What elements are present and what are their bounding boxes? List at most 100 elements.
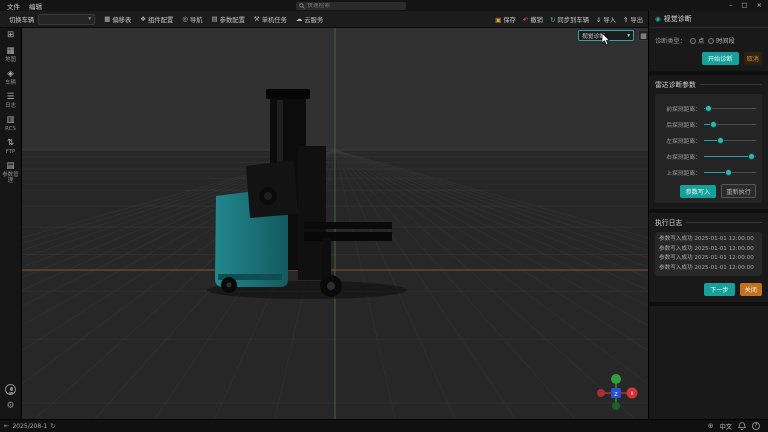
toolbar-modules: ▦偏移表 ❖组件配置 ◎导航 ▤参数配置 ⚒单机任务 ☁云服务 xyxy=(104,15,323,24)
visual-diagnosis-panel: ◉ 视觉诊断 诊断类型： 点 时间段 开始诊断 取消 雷达诊断参数 前探测距离： xyxy=(648,11,768,419)
viewport-3d[interactable]: X Z 视觉诊断 ▾ ▦ xyxy=(22,28,648,419)
gizmo-z-label: Z xyxy=(614,392,618,398)
window-controls: – □ × xyxy=(729,0,762,11)
sidebar-item-map[interactable]: ▦地图 xyxy=(0,47,22,63)
slider-handle[interactable] xyxy=(725,169,732,176)
slider-handle[interactable] xyxy=(710,121,717,128)
toolbar-item-component-config[interactable]: ❖组件配置 xyxy=(140,15,173,24)
navigation-icon: ◎ xyxy=(182,15,188,23)
toolbar-item-standalone-task[interactable]: ⚒单机任务 xyxy=(254,15,287,24)
menu-edit[interactable]: 编辑 xyxy=(29,1,42,11)
gizmo-y-positive[interactable] xyxy=(611,374,621,384)
cloud-icon: ☁ xyxy=(296,15,303,23)
slider-row-up: 上探测距离： xyxy=(661,164,756,180)
panel-empty-area xyxy=(649,306,768,419)
scene-canvas: X Z xyxy=(22,28,648,419)
statusbar-right: ⊕ 中文 ? xyxy=(708,422,760,431)
diagnosis-icon: ◉ xyxy=(655,15,661,23)
left-distance-slider[interactable] xyxy=(704,135,756,145)
help-icon[interactable]: ? xyxy=(752,422,760,430)
export-icon: ⇑ xyxy=(623,16,628,24)
search-input[interactable] xyxy=(307,3,397,9)
app-window: 文件 编辑 – □ × 切换车辆 ▾ ▦偏移表 ❖组件配置 ◎导航 ▤参数配置 … xyxy=(0,0,768,432)
next-step-button[interactable]: 下一步 xyxy=(704,283,735,296)
slider-row-front: 前探测距离： xyxy=(661,100,756,116)
right-distance-slider[interactable] xyxy=(704,151,756,161)
cancel-button[interactable]: 取消 xyxy=(744,52,762,65)
sync-to-vehicle-button[interactable]: ↻同步到车辆 xyxy=(550,15,589,24)
rerun-button[interactable]: 重新执行 xyxy=(721,184,756,198)
slider-handle[interactable] xyxy=(717,137,724,144)
radar-section-title: 雷达诊断参数 xyxy=(655,79,696,89)
global-search[interactable] xyxy=(296,2,406,11)
menubar: 文件 编辑 xyxy=(0,1,42,11)
sidebar-item-param-manage[interactable]: ▤参数管理 xyxy=(0,162,22,184)
import-icon: ⇓ xyxy=(596,16,601,24)
toolbar-item-navigation[interactable]: ◎导航 xyxy=(182,15,202,24)
slider-row-right: 右探测距离： xyxy=(661,148,756,164)
sidebar-item-ftp[interactable]: ⇅FTP xyxy=(0,139,22,155)
toolbar-item-cloud-service[interactable]: ☁云服务 xyxy=(296,15,323,24)
execution-log-section: 执行日志 参数写入成功 2025-01-01 12:00:00 参数写入成功 2… xyxy=(649,213,768,302)
param-manage-icon: ▤ xyxy=(6,162,14,171)
radio-time-range[interactable]: 时间段 xyxy=(708,36,735,45)
mouse-cursor xyxy=(602,33,611,46)
layout-grid-button[interactable]: ▦ xyxy=(638,30,648,41)
component-config-icon: ❖ xyxy=(140,15,146,23)
sidebar-bottom: ⚙ xyxy=(5,384,16,411)
toolbar-item-param-config[interactable]: ▤参数配置 xyxy=(212,15,245,24)
slider-row-rear: 后探测距离： xyxy=(661,116,756,132)
save-button[interactable]: ▣保存 xyxy=(495,15,516,24)
sidebar-item-overview[interactable]: ⊞ xyxy=(0,31,22,40)
toolbar-item-offset-table[interactable]: ▦偏移表 xyxy=(104,15,131,24)
close-log-button[interactable]: 关闭 xyxy=(740,283,762,296)
divider xyxy=(686,222,762,223)
log-entry: 参数写入成功 2025-01-01 12:00:00 xyxy=(659,235,758,245)
panel-header: ◉ 视觉诊断 xyxy=(649,11,768,28)
gizmo-x-label: X xyxy=(630,391,633,397)
gizmo-y-negative[interactable] xyxy=(612,402,620,410)
slider-handle[interactable] xyxy=(748,153,755,160)
front-distance-slider[interactable] xyxy=(704,103,756,113)
export-button[interactable]: ⇑导出 xyxy=(623,15,643,24)
switch-vehicle-label: 切换车辆 xyxy=(9,15,34,24)
undo-button[interactable]: ↶撤销 xyxy=(523,15,543,24)
statusbar: ⇤ 2025/208-1 ↻ ⊕ 中文 ? xyxy=(0,419,768,432)
settings-gear-icon[interactable]: ⚙ xyxy=(6,401,14,411)
diagnosis-type-section: 诊断类型： 点 时间段 开始诊断 取消 xyxy=(649,28,768,71)
refresh-icon[interactable]: ↻ xyxy=(50,422,55,430)
vehicle-select-dropdown[interactable]: ▾ xyxy=(38,14,95,25)
start-diagnosis-button[interactable]: 开始诊断 xyxy=(702,52,739,65)
ftp-icon: ⇅ xyxy=(7,139,14,148)
chevron-down-icon: ▾ xyxy=(627,33,630,39)
write-params-button[interactable]: 参数写入 xyxy=(680,185,717,198)
user-avatar[interactable] xyxy=(5,384,16,395)
chevron-down-icon: ▾ xyxy=(88,16,91,22)
close-button[interactable]: × xyxy=(757,0,762,11)
radio-point[interactable]: 点 xyxy=(690,36,704,45)
gizmo-x-negative[interactable] xyxy=(597,389,605,397)
minimize-button[interactable]: – xyxy=(729,0,732,11)
sidebar-item-log[interactable]: ☰日志 xyxy=(0,93,22,109)
log-list: 参数写入成功 2025-01-01 12:00:00 参数写入成功 2025-0… xyxy=(655,232,762,276)
rcs-icon: ▥ xyxy=(6,116,14,125)
bell-icon[interactable] xyxy=(738,422,746,431)
log-entry: 参数写入成功 2025-01-01 12:00:00 xyxy=(659,254,758,264)
collapse-left-icon[interactable]: ⇤ xyxy=(4,422,9,430)
undo-icon: ↶ xyxy=(523,16,528,24)
titlebar: 文件 编辑 – □ × xyxy=(0,0,768,11)
import-button[interactable]: ⇓导入 xyxy=(596,15,616,24)
language-switcher[interactable]: 中文 xyxy=(720,422,732,431)
sidebar-item-rcs[interactable]: ▥RCS xyxy=(0,116,22,132)
radio-icon xyxy=(708,38,714,44)
rear-distance-slider[interactable] xyxy=(704,119,756,129)
maximize-button[interactable]: □ xyxy=(741,0,747,11)
save-icon: ▣ xyxy=(495,16,501,24)
up-distance-slider[interactable] xyxy=(704,167,756,177)
panel-title: 视觉诊断 xyxy=(664,14,692,24)
menu-file[interactable]: 文件 xyxy=(7,1,20,11)
standalone-task-icon: ⚒ xyxy=(254,15,260,23)
slider-handle[interactable] xyxy=(705,105,712,112)
sidebar-item-vehicle[interactable]: ◈车辆 xyxy=(0,70,22,86)
grid-icon: ⊞ xyxy=(7,31,14,40)
